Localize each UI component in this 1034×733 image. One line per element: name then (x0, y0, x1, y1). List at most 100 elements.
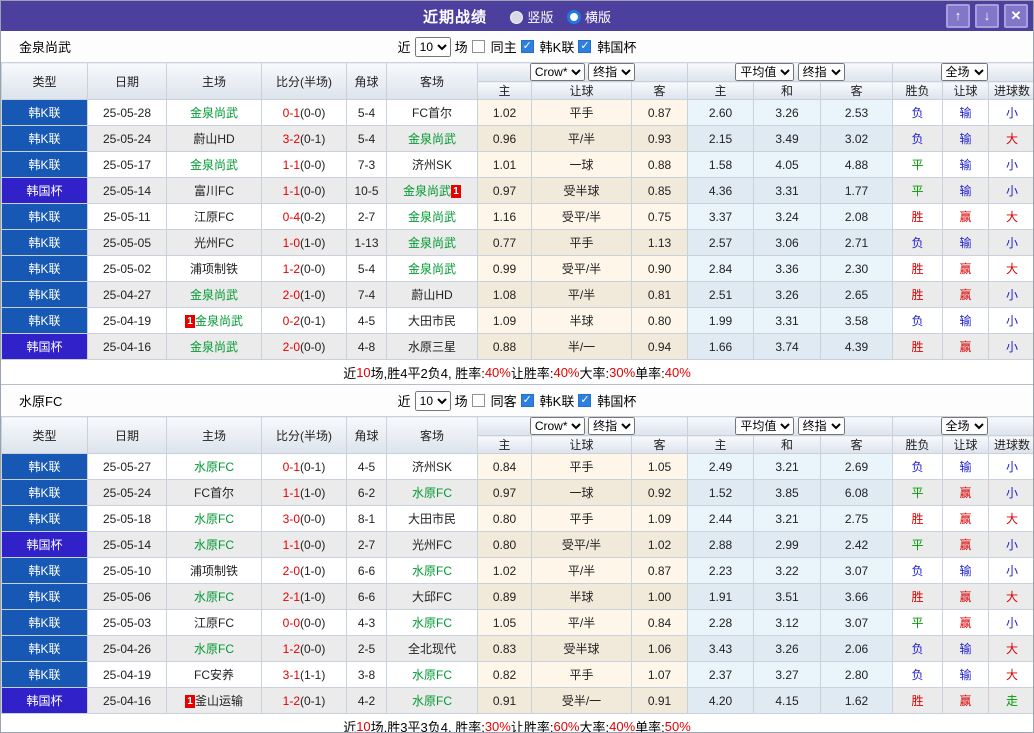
average-select[interactable]: 平均值 (735, 417, 795, 435)
period-select[interactable]: 全场 (940, 417, 988, 435)
league-k-checkbox[interactable] (520, 393, 534, 407)
team-home-cell[interactable]: 水原FC (166, 505, 262, 532)
team-home-cell[interactable]: 浦项制铁 (166, 557, 262, 584)
team-home-cell[interactable]: FC首尔 (166, 479, 262, 506)
team-name[interactable]: 金泉尚武 (408, 132, 456, 146)
team-home-cell[interactable]: 1 釜山运输 (166, 687, 262, 714)
team-name[interactable]: 江原FC (194, 210, 234, 224)
bookmaker-select[interactable]: Crow* (529, 63, 585, 81)
team-name[interactable]: 金泉尚武 (408, 236, 456, 250)
team-name[interactable]: 浦项制铁 (190, 262, 238, 276)
team-name[interactable]: 蔚山HD (193, 132, 234, 146)
move-up-button[interactable]: ↑ (946, 4, 970, 28)
team-name[interactable]: 金泉尚武 (190, 340, 238, 354)
team-name[interactable]: 水原FC (194, 460, 234, 474)
same-venue-checkbox[interactable] (471, 40, 485, 53)
team-name[interactable]: FC首尔 (194, 486, 234, 500)
team-away-cell[interactable]: 金泉尚武 1 (386, 177, 478, 204)
period-select[interactable]: 全场 (940, 63, 988, 81)
team-name[interactable]: 光州FC (412, 538, 452, 552)
team-name[interactable]: 水原三星 (408, 340, 456, 354)
team-name[interactable]: 水原FC (412, 486, 452, 500)
team-home-cell[interactable]: 水原FC (166, 583, 262, 610)
team-home-cell[interactable]: 金泉尚武 (166, 151, 262, 178)
team-name[interactable]: 金泉尚武 (190, 158, 238, 172)
team-away-cell[interactable]: 大邱FC (386, 583, 478, 610)
team-name[interactable]: 水原FC (194, 590, 234, 604)
team-away-cell[interactable]: 水原FC (386, 479, 478, 506)
team-name[interactable]: 大邱FC (412, 590, 452, 604)
team-away-cell[interactable]: FC首尔 (386, 99, 478, 126)
team-name[interactable]: 釜山运输 (195, 694, 243, 708)
team-home-cell[interactable]: 水原FC (166, 453, 262, 480)
odds-time-select[interactable]: 终指 (588, 63, 636, 81)
team-away-cell[interactable]: 大田市民 (386, 505, 478, 532)
team-away-cell[interactable]: 水原FC (386, 661, 478, 688)
team-away-cell[interactable]: 水原FC (386, 557, 478, 584)
odds-time-select[interactable]: 终指 (588, 417, 636, 435)
team-name[interactable]: 金泉尚武 (408, 262, 456, 276)
team-name[interactable]: 大田市民 (408, 512, 456, 526)
team-name[interactable]: 浦项制铁 (190, 564, 238, 578)
team-name[interactable]: 水原FC (194, 642, 234, 656)
team-name[interactable]: 水原FC (194, 512, 234, 526)
team-name[interactable]: 济州SK (412, 158, 452, 172)
team-home-cell[interactable]: 1 金泉尚武 (166, 307, 262, 334)
match-count-select[interactable]: 10 (414, 36, 451, 57)
team-name[interactable]: 江原FC (194, 616, 234, 630)
team-away-cell[interactable]: 水原FC (386, 609, 478, 636)
move-down-button[interactable]: ↓ (975, 4, 999, 28)
team-home-cell[interactable]: 浦项制铁 (166, 255, 262, 282)
team-home-cell[interactable]: 富川FC (166, 177, 262, 204)
close-button[interactable]: ✕ (1004, 4, 1028, 28)
team-name[interactable]: 济州SK (412, 460, 452, 474)
bookmaker-select[interactable]: Crow* (529, 417, 585, 435)
average-time-select[interactable]: 终指 (797, 63, 845, 81)
team-name[interactable]: 全北现代 (408, 642, 456, 656)
team-name[interactable]: 蔚山HD (411, 288, 452, 302)
team-name[interactable]: 金泉尚武 (190, 106, 238, 120)
team-home-cell[interactable]: 金泉尚武 (166, 333, 262, 360)
team-home-cell[interactable]: 水原FC (166, 635, 262, 662)
team-home-cell[interactable]: 蔚山HD (166, 125, 262, 152)
average-select[interactable]: 平均值 (735, 63, 795, 81)
team-away-cell[interactable]: 济州SK (386, 453, 478, 480)
team-away-cell[interactable]: 水原FC (386, 687, 478, 714)
team-away-cell[interactable]: 大田市民 (386, 307, 478, 334)
team-home-cell[interactable]: 水原FC (166, 531, 262, 558)
team-home-cell[interactable]: 金泉尚武 (166, 99, 262, 126)
league-cup-checkbox[interactable] (578, 393, 592, 407)
team-away-cell[interactable]: 蔚山HD (386, 281, 478, 308)
team-name[interactable]: 金泉尚武 (403, 184, 451, 198)
team-away-cell[interactable]: 金泉尚武 (386, 255, 478, 282)
radio-vertical-layout[interactable] (510, 10, 524, 24)
team-name[interactable]: FC首尔 (412, 106, 452, 120)
team-home-cell[interactable]: 光州FC (166, 229, 262, 256)
same-venue-checkbox[interactable] (471, 394, 485, 407)
team-name[interactable]: 水原FC (412, 694, 452, 708)
match-count-select[interactable]: 10 (414, 390, 451, 411)
team-away-cell[interactable]: 水原三星 (386, 333, 478, 360)
team-away-cell[interactable]: 全北现代 (386, 635, 478, 662)
team-away-cell[interactable]: 光州FC (386, 531, 478, 558)
team-away-cell[interactable]: 金泉尚武 (386, 229, 478, 256)
team-home-cell[interactable]: 江原FC (166, 609, 262, 636)
team-name[interactable]: FC安养 (194, 668, 234, 682)
team-away-cell[interactable]: 金泉尚武 (386, 203, 478, 230)
team-name[interactable]: 金泉尚武 (408, 210, 456, 224)
team-name[interactable]: 水原FC (194, 538, 234, 552)
team-name[interactable]: 富川FC (194, 184, 234, 198)
team-name[interactable]: 水原FC (412, 668, 452, 682)
radio-horizontal-layout[interactable] (566, 9, 581, 24)
team-home-cell[interactable]: 金泉尚武 (166, 281, 262, 308)
team-home-cell[interactable]: 江原FC (166, 203, 262, 230)
average-time-select[interactable]: 终指 (797, 417, 845, 435)
team-home-cell[interactable]: FC安养 (166, 661, 262, 688)
team-name[interactable]: 大田市民 (408, 314, 456, 328)
team-name[interactable]: 金泉尚武 (195, 314, 243, 328)
league-k-checkbox[interactable] (520, 39, 534, 53)
team-name[interactable]: 水原FC (412, 616, 452, 630)
team-name[interactable]: 金泉尚武 (190, 288, 238, 302)
team-name[interactable]: 水原FC (412, 564, 452, 578)
team-name[interactable]: 光州FC (194, 236, 234, 250)
